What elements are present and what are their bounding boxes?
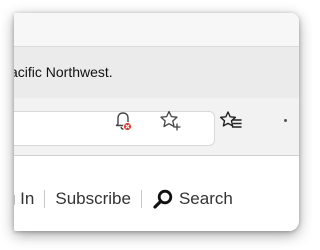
search-icon bbox=[152, 188, 174, 210]
search-link[interactable]: Search bbox=[152, 188, 233, 210]
screenshot-stage: acific Northwest. In Subscribe Search bbox=[0, 0, 313, 250]
notifications-button[interactable] bbox=[110, 107, 136, 133]
search-label: Search bbox=[178, 189, 233, 208]
login-link[interactable]: g In bbox=[14, 189, 34, 209]
nav-divider bbox=[44, 190, 46, 208]
page-title: acific Northwest. bbox=[14, 64, 113, 80]
site-header-nav: g In Subscribe Search bbox=[14, 187, 233, 211]
more-icon[interactable] bbox=[284, 119, 287, 122]
window-top-strip bbox=[14, 13, 299, 46]
favorites-button[interactable] bbox=[218, 107, 244, 133]
nav-divider bbox=[140, 190, 142, 208]
add-favorite-button[interactable] bbox=[157, 107, 183, 133]
star-plus-icon bbox=[157, 107, 183, 133]
bell-icon bbox=[110, 107, 136, 133]
star-list-icon bbox=[218, 107, 244, 133]
subscribe-link[interactable]: Subscribe bbox=[55, 189, 131, 209]
browser-window: acific Northwest. In Subscribe Search bbox=[14, 13, 299, 231]
